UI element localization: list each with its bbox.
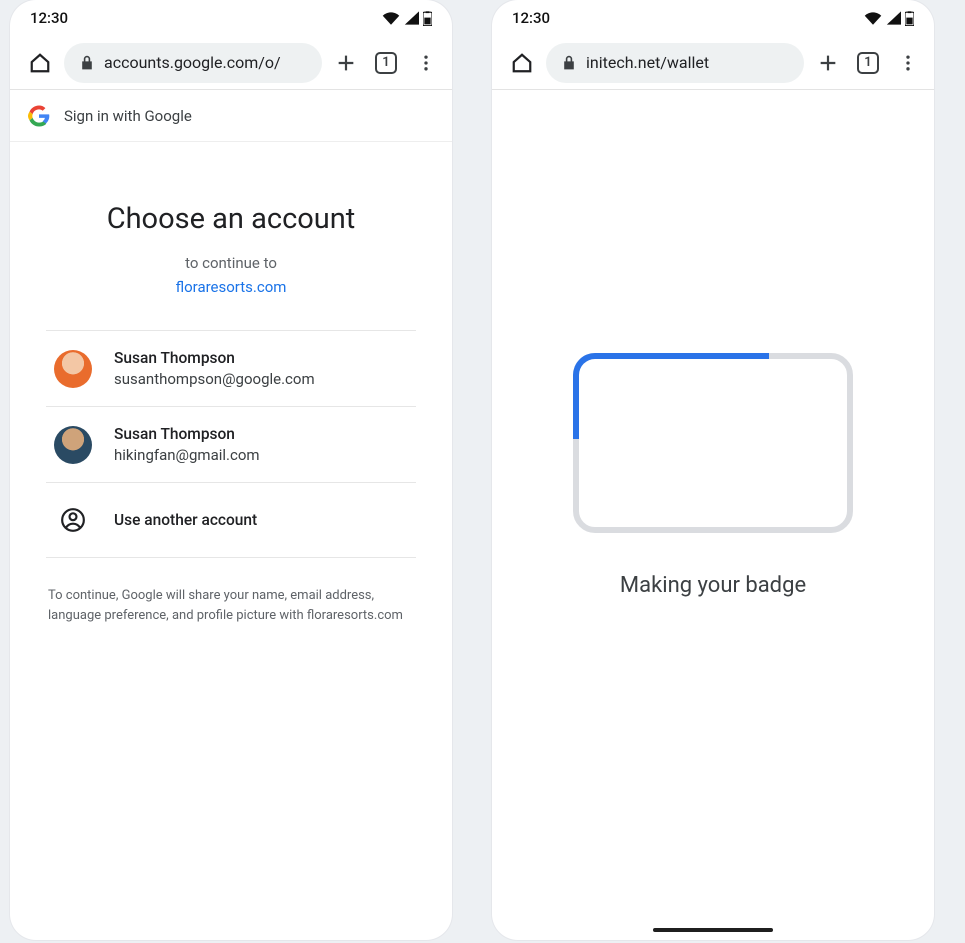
consent-footnote: To continue, Google will share your name… xyxy=(46,586,416,625)
main-content: Choose an account to continue to florare… xyxy=(10,142,452,625)
lock-icon xyxy=(562,55,576,71)
signin-header-label: Sign in with Google xyxy=(64,107,192,125)
subtitle-text: to continue to xyxy=(185,254,277,272)
status-time: 12:30 xyxy=(512,9,550,27)
status-icons xyxy=(864,11,914,26)
page-title: Choose an account xyxy=(46,202,416,236)
home-icon[interactable] xyxy=(24,47,56,79)
wifi-icon xyxy=(864,11,882,25)
google-logo-icon xyxy=(28,105,50,127)
tab-switcher-icon[interactable]: 1 xyxy=(370,47,402,79)
tab-switcher-icon[interactable]: 1 xyxy=(852,47,884,79)
status-bar: 12:30 xyxy=(10,0,452,36)
cell-icon xyxy=(886,11,901,25)
badge-loading-card xyxy=(573,353,853,533)
overflow-menu-icon[interactable] xyxy=(892,47,924,79)
lock-icon xyxy=(80,55,94,71)
subtitle: to continue to floraresorts.com xyxy=(46,254,416,296)
account-item[interactable]: Susan Thompson susanthompson@google.com xyxy=(46,330,416,407)
status-bar: 12:30 xyxy=(492,0,934,36)
home-icon[interactable] xyxy=(506,47,538,79)
account-email: hikingfan@gmail.com xyxy=(114,446,260,464)
account-name: Susan Thompson xyxy=(114,425,260,443)
use-another-label: Use another account xyxy=(114,511,257,529)
account-email: susanthompson@google.com xyxy=(114,370,315,388)
new-tab-icon[interactable] xyxy=(812,47,844,79)
phone-screen-1: 12:30 accounts.google.com/o/ 1 xyxy=(10,0,452,940)
avatar xyxy=(54,426,92,464)
relying-party-link[interactable]: floraresorts.com xyxy=(46,278,416,296)
browser-toolbar: initech.net/wallet 1 xyxy=(492,36,934,90)
url-bar[interactable]: initech.net/wallet xyxy=(546,43,804,83)
url-text: initech.net/wallet xyxy=(586,53,709,72)
tab-count: 1 xyxy=(375,52,397,74)
url-text: accounts.google.com/o/ xyxy=(104,53,281,72)
overflow-menu-icon[interactable] xyxy=(410,47,442,79)
person-icon xyxy=(54,501,92,539)
tab-count: 1 xyxy=(857,52,879,74)
wifi-icon xyxy=(382,11,400,25)
status-icons xyxy=(382,11,432,26)
battery-icon xyxy=(905,11,914,26)
account-item[interactable]: Susan Thompson hikingfan@gmail.com xyxy=(46,407,416,483)
browser-toolbar: accounts.google.com/o/ 1 xyxy=(10,36,452,90)
status-time: 12:30 xyxy=(30,9,68,27)
signin-header: Sign in with Google xyxy=(10,90,452,142)
use-another-account[interactable]: Use another account xyxy=(46,483,416,558)
account-list: Susan Thompson susanthompson@google.com … xyxy=(46,330,416,558)
nav-home-indicator[interactable] xyxy=(653,928,773,932)
account-name: Susan Thompson xyxy=(114,349,315,367)
cell-icon xyxy=(404,11,419,25)
url-bar[interactable]: accounts.google.com/o/ xyxy=(64,43,322,83)
main-content: Making your badge xyxy=(492,90,934,940)
avatar xyxy=(54,350,92,388)
loading-status-text: Making your badge xyxy=(620,573,806,598)
phone-screen-2: 12:30 initech.net/wallet 1 Making your b… xyxy=(492,0,934,940)
new-tab-icon[interactable] xyxy=(330,47,362,79)
battery-icon xyxy=(423,11,432,26)
